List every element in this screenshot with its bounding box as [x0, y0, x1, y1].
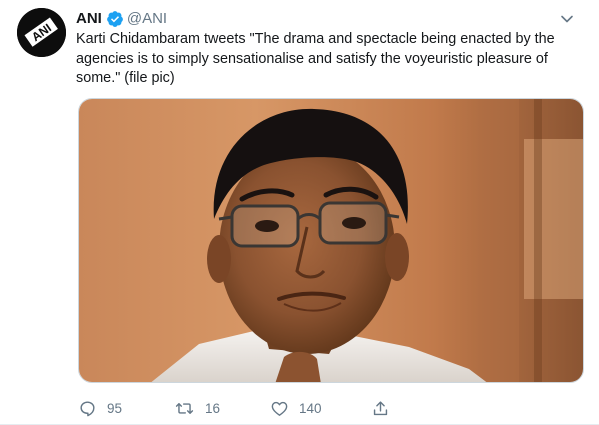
- reply-count: 95: [107, 400, 123, 416]
- portrait-photo: [79, 99, 583, 382]
- heart-icon: [271, 401, 288, 416]
- tweet-header: ANI @ANI: [76, 9, 579, 29]
- retweet-button[interactable]: 16: [174, 397, 220, 419]
- reply-button[interactable]: 95: [78, 397, 122, 419]
- tweet-photo[interactable]: [78, 98, 584, 383]
- tweet-text: Karti Chidambaram tweets "The drama and …: [76, 31, 555, 87]
- author-handle[interactable]: @ANI: [127, 9, 167, 29]
- share-icon: [373, 400, 388, 415]
- author-name[interactable]: ANI: [76, 9, 102, 29]
- share-button[interactable]: [371, 397, 400, 419]
- like-count: 140: [299, 400, 322, 416]
- tweet-card[interactable]: ANI ANI @ANI Karti Chidambaram tweets "T…: [0, 0, 599, 425]
- retweet-icon: [175, 402, 194, 414]
- ani-logo-icon: ANI: [17, 8, 66, 57]
- like-button[interactable]: 140: [270, 397, 322, 419]
- reply-icon: [80, 400, 95, 416]
- avatar[interactable]: ANI: [17, 8, 66, 57]
- chevron-down-icon[interactable]: [557, 9, 577, 29]
- verified-badge-icon: [106, 10, 124, 28]
- retweet-count: 16: [205, 400, 221, 416]
- tweet-actions: 95 16 140: [76, 397, 476, 419]
